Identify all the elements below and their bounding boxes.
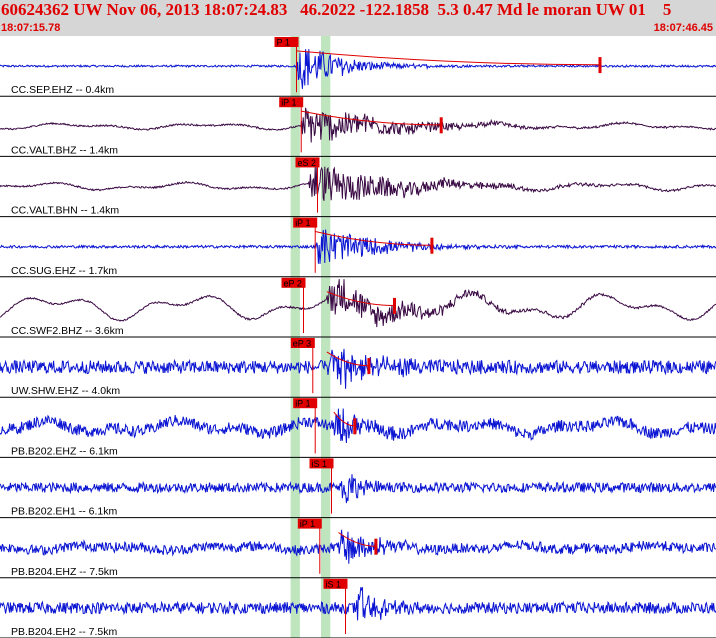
- phase-pick-label: eP 2: [284, 278, 302, 288]
- seismogram-trace: [0, 49, 716, 89]
- coda-duration-curve: [315, 231, 432, 246]
- station-label: CC.VALT.BHN -- 1.4km: [11, 205, 119, 217]
- coda-end-marker: [598, 57, 602, 74]
- coda-end-marker: [367, 358, 371, 375]
- seismogram-trace: [0, 107, 716, 143]
- seismogram-trace: [0, 229, 716, 265]
- phase-pick-label: iP 1: [295, 218, 310, 228]
- phase-pick-label: P 1: [277, 38, 290, 48]
- seismogram-panel: P 1 CC.SEP.EHZ -- 0.4km iP 1 CC.VALT.BHZ --…: [0, 36, 716, 638]
- coda-end-marker: [430, 237, 434, 254]
- start-time-label: 18:07:15.78: [1, 22, 61, 34]
- station-label: CC.SWF2.BHZ -- 3.6km: [11, 325, 124, 337]
- seismogram-trace: [0, 529, 716, 564]
- phase-pick-label: iP 1: [300, 519, 315, 529]
- coda-end-marker: [393, 297, 396, 314]
- seismogram-trace: [0, 474, 716, 504]
- header-bar: 60624362 UW Nov 06, 2013 18:07:24.83 46.…: [0, 0, 716, 36]
- phase-pick-label: iP 1: [281, 98, 296, 108]
- phase-pick-label: iS 1: [326, 579, 342, 589]
- station-label: CC.SEP.EHZ -- 0.4km: [11, 84, 114, 96]
- phase-pick-label: eP 3: [293, 339, 311, 349]
- station-label: CC.VALT.BHZ -- 1.4km: [11, 144, 118, 156]
- station-label: PB.B204.EHZ -- 7.5km: [11, 566, 118, 578]
- seismogram-trace: [0, 165, 716, 201]
- phase-pick-label: iP 1: [295, 399, 310, 409]
- station-label: PB.B202.EHZ -- 6.1km: [11, 445, 118, 457]
- station-label: CC.SUG.EHZ -- 1.7km: [11, 265, 117, 277]
- station-label: PB.B202.EH1 -- 6.1km: [11, 506, 117, 518]
- coda-end-marker: [439, 117, 443, 134]
- seismogram-trace: [0, 408, 716, 444]
- trace-group: P 1 CC.SEP.EHZ -- 0.4km iP 1 CC.VALT.BHZ --…: [0, 37, 716, 638]
- seismogram-trace: [0, 279, 716, 328]
- coda-end-marker: [353, 418, 357, 435]
- station-label: PB.B204.EH2 -- 7.5km: [11, 626, 117, 638]
- coda-end-marker: [374, 538, 378, 555]
- seismogram-trace: [0, 348, 716, 389]
- event-title: 60624362 UW Nov 06, 2013 18:07:24.83 46.…: [1, 0, 672, 19]
- phase-pick-label: iS 1: [312, 459, 328, 469]
- end-time-label: 18:07:46.45: [653, 22, 713, 34]
- phase-pick-label: eS 2: [298, 158, 317, 168]
- station-label: UW.SHW.EHZ -- 4.0km: [11, 385, 120, 397]
- seismogram-trace: [0, 587, 716, 621]
